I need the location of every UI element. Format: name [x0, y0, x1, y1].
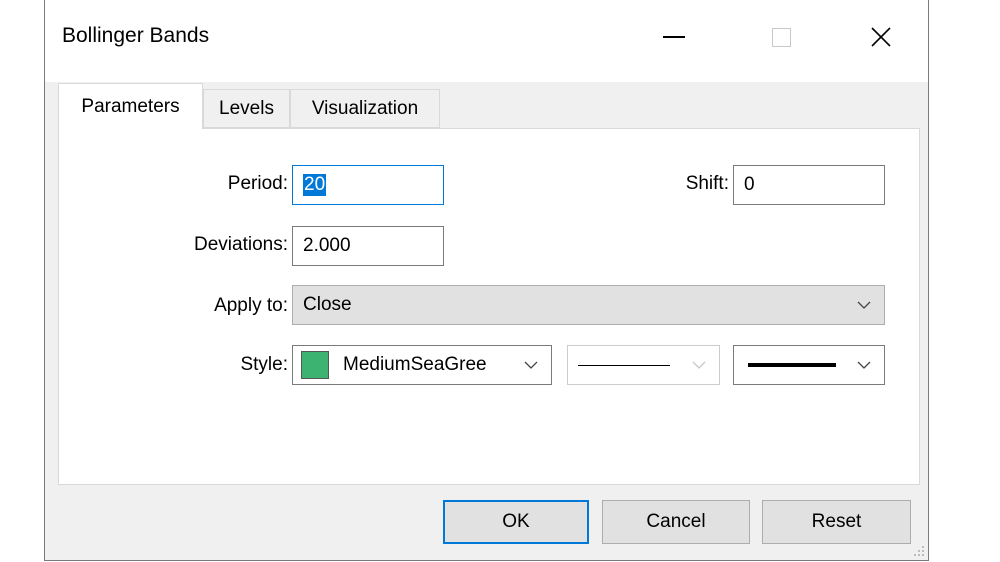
close-button[interactable]	[856, 12, 906, 62]
shift-input[interactable]: 0	[733, 165, 885, 205]
reset-button[interactable]: Reset	[762, 500, 911, 544]
chevron-down-icon	[511, 346, 551, 384]
window-title: Bollinger Bands	[62, 24, 210, 47]
deviations-value: 2.000	[303, 235, 351, 256]
resize-grip-icon[interactable]	[912, 544, 926, 558]
apply-to-select[interactable]: Close	[292, 285, 885, 325]
line-width-select[interactable]	[733, 345, 885, 385]
period-value: 20	[303, 174, 327, 196]
cancel-button[interactable]: Cancel	[602, 500, 750, 544]
title-bar: Bollinger Bands	[45, 0, 928, 82]
line-width-sample	[734, 363, 844, 367]
apply-to-label: Apply to:	[214, 295, 288, 316]
tab-visualization-label: Visualization	[311, 97, 419, 119]
chevron-down-icon	[679, 346, 719, 384]
close-icon	[871, 27, 891, 47]
chevron-down-icon	[844, 286, 884, 324]
reset-button-label: Reset	[811, 511, 862, 532]
cancel-button-label: Cancel	[646, 511, 706, 532]
parameters-panel: Period: 20 Shift: 0 Deviations: 2.000 Ap…	[58, 128, 920, 485]
tab-levels[interactable]: Levels	[203, 89, 290, 128]
tab-parameters[interactable]: Parameters	[58, 83, 203, 129]
period-input[interactable]: 20	[292, 165, 444, 205]
chevron-down-icon	[844, 346, 884, 384]
bollinger-bands-dialog: Bollinger Bands Parameters Levels Visual…	[44, 0, 929, 561]
color-select[interactable]: MediumSeaGree	[292, 345, 552, 385]
deviations-input[interactable]: 2.000	[292, 226, 444, 266]
line-style-select[interactable]	[567, 345, 720, 385]
color-swatch	[301, 351, 329, 379]
shift-value: 0	[744, 174, 755, 195]
period-label: Period:	[227, 173, 288, 194]
maximize-button[interactable]	[756, 12, 806, 62]
minimize-icon	[663, 36, 685, 38]
style-label: Style:	[240, 354, 288, 375]
apply-to-value: Close	[303, 294, 352, 315]
ok-button[interactable]: OK	[443, 500, 589, 544]
tab-levels-label: Levels	[219, 97, 274, 119]
shift-label: Shift:	[685, 173, 729, 194]
tab-parameters-label: Parameters	[81, 95, 180, 117]
deviations-label: Deviations:	[194, 234, 288, 255]
minimize-button[interactable]	[649, 12, 699, 62]
line-style-sample	[568, 364, 679, 366]
tab-visualization[interactable]: Visualization	[290, 89, 440, 128]
ok-button-label: OK	[502, 511, 530, 532]
color-name: MediumSeaGree	[343, 354, 487, 375]
maximize-icon	[771, 27, 791, 47]
